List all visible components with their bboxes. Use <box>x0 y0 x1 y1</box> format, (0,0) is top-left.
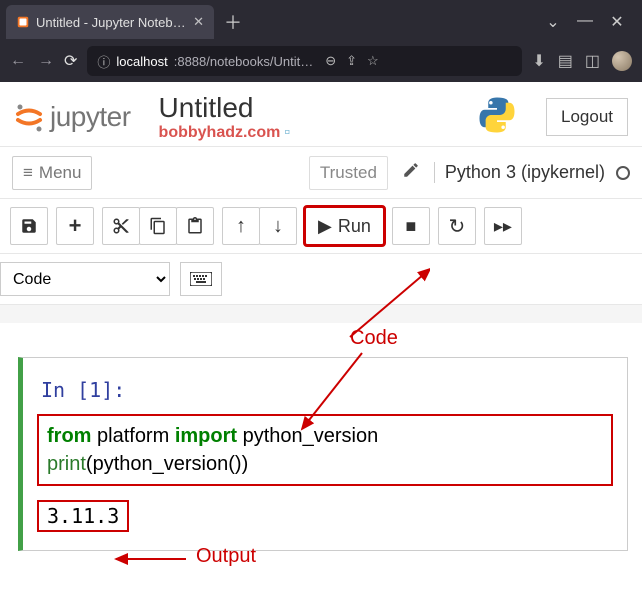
reader-icon[interactable]: ◫ <box>585 51 600 71</box>
notebook-area: Code In [1]: from platform import python… <box>0 323 642 551</box>
jupyter-header: jupyter Untitled bobbyhadz.com▫ Logout <box>0 82 642 146</box>
move-group: ↑ ↓ <box>222 207 297 245</box>
code-input[interactable]: from platform import python_version prin… <box>37 414 613 486</box>
restart-button[interactable]: ↻ <box>438 207 476 245</box>
address-bar-row: ← → ⟳ ⓘ localhost :8888/notebooks/Untit… … <box>0 40 642 82</box>
kernel-status-icon <box>616 166 630 180</box>
menu-button[interactable]: ≡ Menu <box>12 156 92 190</box>
trusted-indicator[interactable]: Trusted <box>309 156 388 190</box>
window-dropdown-icon[interactable]: ⌄ <box>544 12 562 32</box>
tab-favicon <box>16 15 30 29</box>
nav-back-icon[interactable]: ← <box>10 52 26 70</box>
python-logo <box>476 94 518 141</box>
reload-icon[interactable]: ⟳ <box>64 51 77 71</box>
url-path: :8888/notebooks/Untit… <box>174 54 313 69</box>
site-info-icon[interactable]: ⓘ <box>97 52 110 71</box>
code-call: python_version <box>93 453 229 475</box>
toolbar-secondary: Code <box>0 254 642 305</box>
output-text: 3.11.3 <box>37 500 129 532</box>
window-minimize-icon[interactable]: — <box>576 12 594 32</box>
code-paren-close: ) <box>242 453 249 475</box>
browser-tab[interactable]: Untitled - Jupyter Notebook ✕ <box>6 5 214 39</box>
separator-lane <box>0 305 642 323</box>
kernel-indicator[interactable]: Python 3 (ipykernel) <box>434 162 630 183</box>
hamburger-icon: ≡ <box>23 163 33 183</box>
edit-group <box>102 207 214 245</box>
input-prompt: In [1]: <box>41 378 613 402</box>
url-action-icons: ⊖ ⇪ ☆ <box>325 53 378 69</box>
paste-button[interactable] <box>176 207 214 245</box>
save-button[interactable] <box>10 207 48 245</box>
toolbar-extensions: ⬇ ▤ ◫ <box>532 51 632 71</box>
profile-avatar[interactable] <box>612 51 632 71</box>
new-tab-button[interactable]: ＋ <box>218 7 248 37</box>
code-module: platform <box>91 425 174 447</box>
tab-title: Untitled - Jupyter Notebook <box>36 15 187 30</box>
code-kw-from: from <box>47 425 91 447</box>
browser-chrome: Untitled - Jupyter Notebook ✕ ＋ ⌄ — ✕ ← … <box>0 0 642 82</box>
move-down-button[interactable]: ↓ <box>259 207 297 245</box>
share-icon[interactable]: ⇪ <box>346 53 357 69</box>
command-palette-button[interactable] <box>180 262 222 296</box>
subtitle-text: bobbyhadz.com <box>159 124 281 141</box>
logout-button[interactable]: Logout <box>546 98 628 136</box>
add-cell-button[interactable]: + <box>56 207 94 245</box>
edit-icon[interactable] <box>396 155 426 190</box>
kernel-name: Python 3 (ipykernel) <box>445 162 605 182</box>
code-cell[interactable]: In [1]: from platform import python_vers… <box>18 357 628 551</box>
code-call-parens: () <box>228 453 241 475</box>
notebook-subtitle: bobbyhadz.com▫ <box>159 124 290 142</box>
run-button[interactable]: ▶ Run <box>305 207 384 245</box>
menubar: ≡ Menu Trusted Python 3 (ipykernel) <box>0 146 642 199</box>
nav-arrows: ← → <box>10 52 54 70</box>
window-close-icon[interactable]: ✕ <box>608 12 626 32</box>
tab-close-icon[interactable]: ✕ <box>193 14 204 30</box>
bookmark-icon[interactable]: ☆ <box>367 53 379 69</box>
url-host: localhost <box>116 54 167 69</box>
play-icon: ▶ <box>318 216 332 237</box>
download-icon[interactable]: ⬇ <box>532 51 545 71</box>
code-paren-open: ( <box>86 453 93 475</box>
menu-label: Menu <box>39 163 82 183</box>
code-fn-print: print <box>47 453 86 475</box>
tab-strip: Untitled - Jupyter Notebook ✕ ＋ ⌄ — ✕ <box>0 0 642 40</box>
jupyter-logo-text: jupyter <box>50 101 131 133</box>
run-label: Run <box>338 216 371 237</box>
celltype-select[interactable]: Code <box>0 262 170 296</box>
url-bar[interactable]: ⓘ localhost :8888/notebooks/Untit… ⊖ ⇪ ☆ <box>87 46 522 76</box>
annotation-code-label: Code <box>350 327 398 350</box>
copy-button[interactable] <box>139 207 177 245</box>
zoom-icon[interactable]: ⊖ <box>325 53 336 69</box>
window-controls: ⌄ — ✕ <box>544 12 636 32</box>
code-import-name: python_version <box>237 425 378 447</box>
code-kw-import: import <box>175 425 237 447</box>
cut-button[interactable] <box>102 207 140 245</box>
interrupt-button[interactable]: ■ <box>392 207 430 245</box>
extensions-icon[interactable]: ▤ <box>558 51 573 71</box>
annotation-output-label: Output <box>196 545 256 568</box>
jupyter-logo-icon <box>14 101 44 133</box>
notebook-title[interactable]: Untitled <box>159 92 290 124</box>
notebook-title-wrap: Untitled bobbyhadz.com▫ <box>159 92 290 142</box>
restart-run-all-button[interactable]: ▸▸ <box>484 207 522 245</box>
nav-forward-icon[interactable]: → <box>38 52 54 70</box>
jupyter-logo[interactable]: jupyter <box>14 101 131 133</box>
cube-icon: ▫ <box>284 124 290 141</box>
move-up-button[interactable]: ↑ <box>222 207 260 245</box>
toolbar: + ↑ ↓ ▶ Run ■ ↻ ▸▸ <box>0 199 642 254</box>
